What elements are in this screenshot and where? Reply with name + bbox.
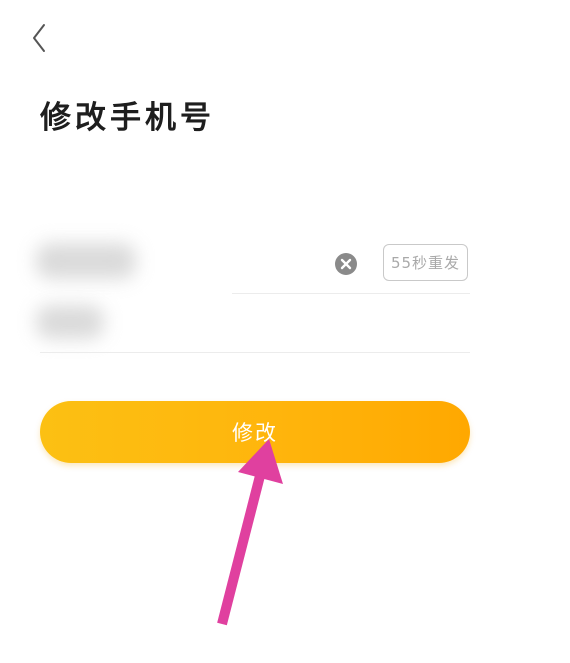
resend-code-button[interactable]: 55秒重发 [383,244,468,281]
verification-code-input[interactable] [20,296,224,352]
change-phone-page: 修改手机号 55秒重发 修改 [0,0,570,663]
chevron-left-icon [33,24,45,52]
phone-divider [232,293,470,294]
back-button[interactable] [24,18,54,58]
code-divider [40,352,470,353]
clear-circle-icon[interactable] [334,252,358,276]
submit-change-button[interactable]: 修改 [40,401,470,463]
phone-input[interactable] [20,235,224,291]
page-title: 修改手机号 [40,100,215,136]
